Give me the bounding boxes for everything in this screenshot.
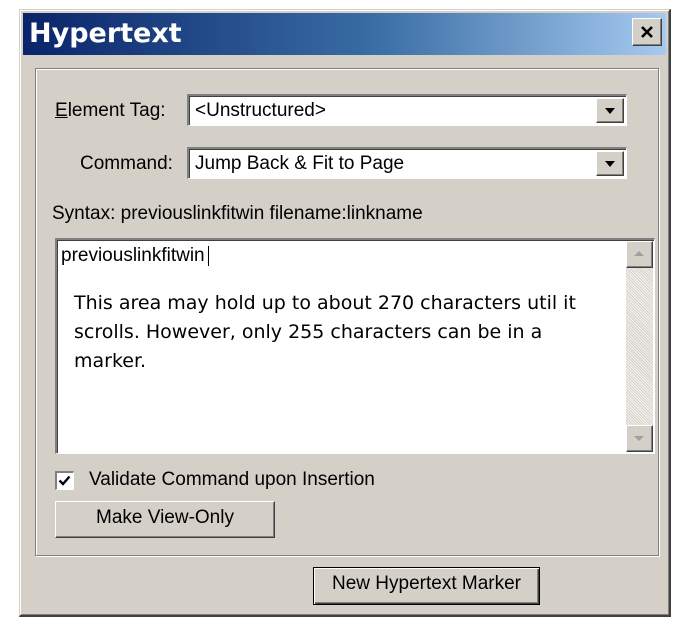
validate-label[interactable]: Validate Command upon Insertion <box>89 468 375 492</box>
element-tag-select[interactable]: <Unstructured> <box>187 94 627 126</box>
command-dropdown-button[interactable] <box>596 151 624 176</box>
text-caret <box>207 245 209 266</box>
text-area-note: This area may hold up to about 270 chara… <box>74 292 576 372</box>
hypertext-dialog: Hypertext Element Tag: <Unstructured> Co… <box>19 9 671 617</box>
syntax-text: Syntax: previouslinkfitwin filename:link… <box>52 203 423 224</box>
new-hypertext-marker-label: New Hypertext Marker <box>332 573 521 594</box>
command-label: Command: <box>80 153 173 174</box>
make-view-only-button[interactable]: Make View-Only <box>55 501 275 538</box>
arrow-down-icon <box>634 436 644 441</box>
scroll-down-button[interactable] <box>626 425 653 452</box>
scroll-up-button[interactable] <box>626 241 653 268</box>
command-select[interactable]: Jump Back & Fit to Page <box>187 147 627 179</box>
make-view-only-label: Make View-Only <box>96 507 234 528</box>
validate-checkbox[interactable] <box>55 471 74 490</box>
element-tag-label: Element Tag: <box>55 99 166 123</box>
chevron-down-icon <box>605 108 615 114</box>
chevron-down-icon <box>605 161 615 167</box>
arrow-up-icon <box>634 251 644 256</box>
element-tag-mnemonic: E <box>55 100 68 121</box>
command-text-area[interactable]: previouslinkfitwin This area may hold up… <box>55 238 655 454</box>
window-title: Hypertext <box>29 18 182 49</box>
close-button[interactable] <box>632 18 662 46</box>
element-tag-dropdown-button[interactable] <box>596 98 624 123</box>
command-value: Jump Back & Fit to Page <box>195 153 405 174</box>
command-text: previouslinkfitwin <box>61 244 209 268</box>
check-icon <box>58 475 71 486</box>
new-hypertext-marker-button[interactable]: New Hypertext Marker <box>313 567 540 605</box>
vertical-scrollbar[interactable] <box>626 241 653 452</box>
element-tag-value: <Unstructured> <box>195 100 326 121</box>
element-tag-label-text: lement Tag: <box>67 100 166 121</box>
title-bar[interactable]: Hypertext <box>23 13 666 55</box>
close-icon <box>641 26 653 38</box>
command-text-value: previouslinkfitwin <box>61 245 205 266</box>
